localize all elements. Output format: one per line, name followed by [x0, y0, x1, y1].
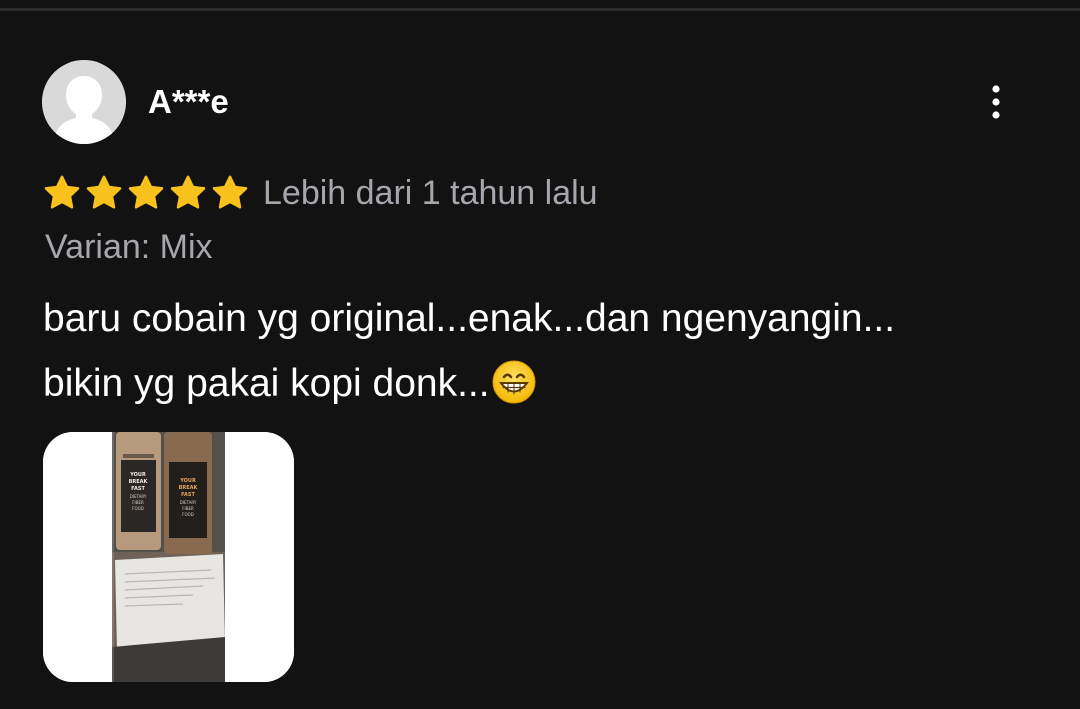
avatar[interactable]	[42, 60, 126, 144]
review-photo-thumbnail[interactable]: YOUR BREAK FAST DIETARY FIBER FOOD YOUR …	[43, 432, 294, 682]
svg-text:BREAK: BREAK	[179, 485, 199, 491]
star-rating	[43, 174, 253, 212]
svg-text:FIBER: FIBER	[182, 506, 194, 511]
svg-text:FIBER: FIBER	[132, 500, 144, 505]
svg-text:DIETARY: DIETARY	[130, 494, 147, 499]
svg-text:YOUR: YOUR	[179, 478, 196, 484]
star-icon	[211, 174, 249, 212]
default-user-avatar-icon	[42, 60, 126, 144]
review-photo: YOUR BREAK FAST DIETARY FIBER FOOD YOUR …	[43, 432, 294, 682]
svg-text:FAST: FAST	[181, 492, 195, 498]
review-text: baru cobain yg original...enak...dan nge…	[43, 286, 1043, 416]
svg-text:FOOD: FOOD	[182, 512, 194, 517]
star-icon	[85, 174, 123, 212]
svg-text:FOOD: FOOD	[132, 506, 144, 511]
review-text-line: bikin yg pakai kopi donk...	[43, 351, 1043, 416]
review-text-line-content: bikin yg pakai kopi donk...	[43, 362, 490, 405]
grinning-face-emoji-icon	[492, 360, 536, 404]
review-card: A***e Lebih dari 1 tahun lalu Varian: Mi…	[0, 0, 1080, 709]
more-options-button[interactable]	[976, 80, 1016, 124]
more-vertical-icon	[992, 85, 1000, 119]
star-icon	[43, 174, 81, 212]
svg-text:DIETARY: DIETARY	[180, 500, 197, 505]
svg-text:YOUR: YOUR	[129, 472, 146, 478]
review-text-line: baru cobain yg original...enak...dan nge…	[43, 297, 896, 340]
top-divider	[0, 8, 1080, 11]
rating-row: Lebih dari 1 tahun lalu	[43, 172, 598, 214]
review-timestamp: Lebih dari 1 tahun lalu	[263, 174, 598, 212]
product-variant: Varian: Mix	[45, 228, 213, 266]
svg-text:BREAK: BREAK	[129, 479, 149, 485]
svg-text:FAST: FAST	[131, 486, 145, 492]
star-icon	[169, 174, 207, 212]
reviewer-name: A***e	[148, 83, 229, 120]
star-icon	[127, 174, 165, 212]
